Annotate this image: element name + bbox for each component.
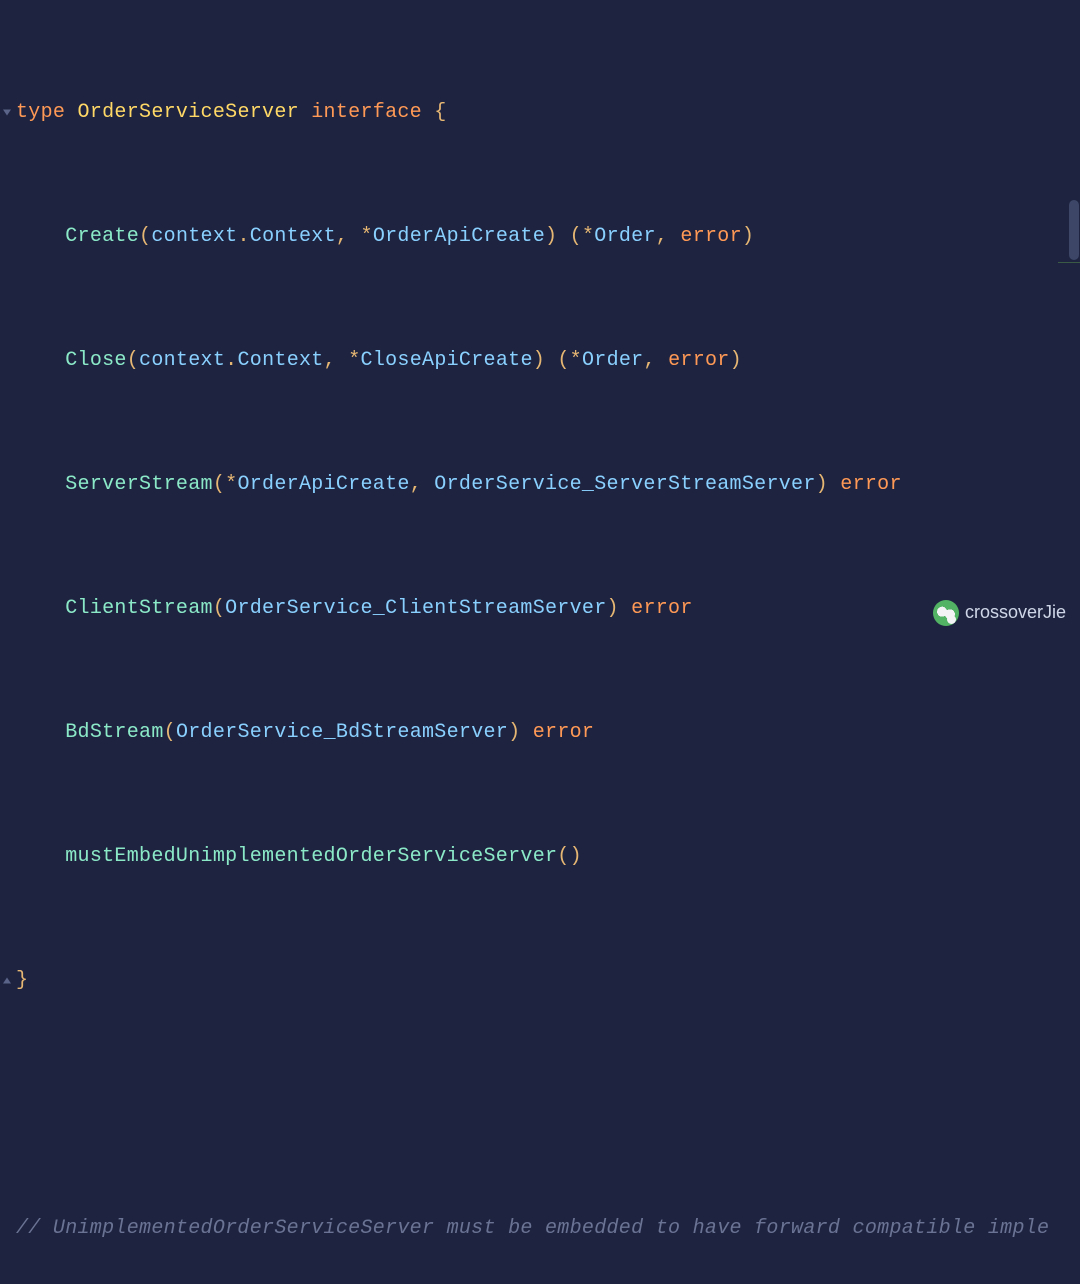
code-line: ServerStream(*OrderApiCreate, OrderServi… <box>0 469 1080 500</box>
code-line: Close(context.Context, *CloseApiCreate) … <box>0 345 1080 376</box>
method-name: Create <box>65 221 139 252</box>
code-line: BdStream(OrderService_BdStreamServer) er… <box>0 717 1080 748</box>
vertical-scrollbar[interactable] <box>1066 0 1080 642</box>
code-line: // UnimplementedOrderServiceServer must … <box>0 1213 1080 1244</box>
keyword: interface <box>299 97 434 128</box>
watermark: crossoverJie <box>933 597 1066 628</box>
comment: // UnimplementedOrderServiceServer must … <box>16 1213 1049 1244</box>
keyword: type <box>16 97 78 128</box>
brace: { <box>434 97 446 128</box>
fold-icon[interactable] <box>1 975 12 986</box>
code-line: } <box>0 965 1080 996</box>
scrollbar-thumb[interactable] <box>1069 200 1079 260</box>
fold-icon[interactable] <box>1 107 12 118</box>
code-line: mustEmbedUnimplementedOrderServiceServer… <box>0 841 1080 872</box>
code-line: Create(context.Context, *OrderApiCreate)… <box>0 221 1080 252</box>
code-line: ClientStream(OrderService_ClientStreamSe… <box>0 593 1080 624</box>
blank-line <box>0 1089 1080 1120</box>
gutter-marker <box>1058 262 1080 263</box>
code-editor[interactable]: type OrderServiceServer interface { Crea… <box>0 0 1080 1284</box>
wechat-icon <box>933 600 959 626</box>
code-line: type OrderServiceServer interface { <box>0 97 1080 128</box>
watermark-text: crossoverJie <box>965 597 1066 628</box>
type-name: OrderServiceServer <box>78 97 299 128</box>
